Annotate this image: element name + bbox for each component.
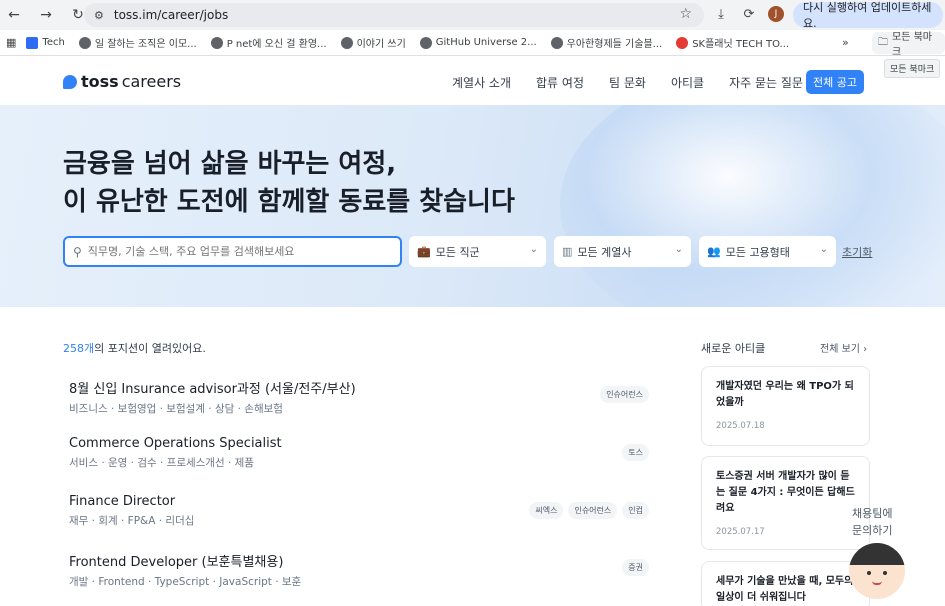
- bookmark-item[interactable]: GitHub Universe 2...: [419, 36, 537, 49]
- job-tags: 비즈니스 · 보험영업 · 보험설계 · 상담 · 손해보험: [69, 403, 283, 415]
- tooltip: 모든 북마크: [884, 59, 941, 78]
- job-list-item[interactable]: 8월 신입 Insurance advisor과정 (서울/전주/부산) 비즈니…: [69, 378, 649, 416]
- nav-faq[interactable]: 자주 묻는 질문: [729, 74, 803, 91]
- article-title: 토스증권 서버 개발자가 많이 듣는 질문 4가지 : 무엇이든 답해드려요: [716, 471, 855, 514]
- chevron-down-icon: ⌄: [819, 244, 828, 255]
- main-nav: 계열사 소개 합류 여정 팀 문화 아티클 자주 묻는 질문: [452, 74, 803, 91]
- bookmark-favicon-icon: [26, 36, 39, 49]
- search-icon: ⚲: [73, 244, 82, 259]
- forward-icon[interactable]: →: [36, 5, 56, 25]
- job-title: Frontend Developer (보훈특별채용): [69, 555, 284, 570]
- job-list-item[interactable]: Frontend Developer (보훈특별채용) 개발 · Fronten…: [69, 551, 649, 589]
- bookmark-favicon-icon: [78, 36, 91, 49]
- bookmark-favicon-icon: [340, 36, 353, 49]
- bookmark-item[interactable]: 일 잘하는 조직은 이모...: [78, 35, 197, 50]
- affiliate-badge: 인슈어런스: [568, 502, 618, 519]
- url-text: toss.im/career/jobs: [113, 8, 229, 22]
- update-button[interactable]: 다시 실행하여 업데이트하세요.: [793, 1, 943, 30]
- profile-avatar[interactable]: J: [768, 6, 784, 22]
- article-card[interactable]: 세무가 기술을 만났을 때, 모두의 일상이 더 쉬워집니다: [701, 561, 870, 606]
- article-title: 세무가 기술을 만났을 때, 모두의 일상이 더 쉬워집니다: [716, 576, 854, 603]
- job-list-item[interactable]: Commerce Operations Specialist 서비스 · 운영 …: [69, 436, 649, 470]
- toss-careers-logo[interactable]: toss careers: [63, 72, 181, 91]
- nav-articles[interactable]: 아티클: [671, 74, 704, 91]
- job-tags: 개발 · Frontend · TypeScript · JavaScript …: [69, 576, 302, 588]
- toss-logo-icon: [63, 74, 77, 89]
- apps-grid-icon[interactable]: ▦: [6, 36, 16, 49]
- folder-icon: 🗀: [878, 36, 888, 48]
- affiliate-badge: 씨엑스: [529, 502, 564, 519]
- chat-avatar-icon[interactable]: [849, 543, 905, 599]
- affiliate-badge: 인컴: [622, 502, 649, 519]
- job-title: 8월 신입 Insurance advisor과정 (서울/전주/부산): [69, 382, 356, 397]
- job-tags: 서비스 · 운영 · 검수 · 프로세스개선 · 제품: [69, 457, 254, 469]
- bookmark-item[interactable]: SK플래닛 TECH TO...: [676, 35, 789, 50]
- job-list-item[interactable]: Finance Director 재무 · 회계 · FP&A · 리더십 씨엑…: [69, 494, 649, 528]
- site-info-icon[interactable]: ⚙: [94, 9, 104, 22]
- reset-filters-link[interactable]: 초기화: [842, 244, 872, 260]
- job-category-dropdown[interactable]: 💼 모든 직군 ⌄: [409, 236, 546, 267]
- hero-section: 금융을 넘어 삶을 바꾸는 여정, 이 유난한 도전에 함께할 동료를 찾습니다…: [0, 105, 945, 307]
- article-date: 2025.07.18: [716, 421, 765, 431]
- building-icon: ▥: [562, 245, 573, 258]
- bookmarks-bar: ▦ Tech 일 잘하는 조직은 이모... P net에 오신 걸 환영...…: [0, 30, 945, 58]
- chevron-down-icon: ⌄: [529, 244, 538, 255]
- article-date: 2025.07.17: [716, 527, 765, 537]
- bookmark-star-icon[interactable]: ☆: [679, 6, 692, 22]
- github-icon: [419, 36, 432, 49]
- browser-toolbar: ← → ↻ ⚙ toss.im/career/jobs ☆ ⤓ ⟳ J 다시 실…: [0, 0, 945, 30]
- briefcase-icon: 💼: [417, 245, 431, 258]
- new-articles-title: 새로운 아티클: [701, 342, 766, 355]
- bookmark-favicon-icon: [210, 36, 223, 49]
- all-bookmarks-folder[interactable]: 🗀 모든 북마크: [872, 32, 945, 58]
- bookmark-item[interactable]: 우아한형제들 기술블...: [550, 35, 662, 50]
- contact-recruiting-label[interactable]: 채용팀에 문의하기: [852, 505, 892, 539]
- hero-background-graphic: [560, 105, 945, 307]
- download-icon[interactable]: ⤓: [712, 5, 730, 23]
- people-icon: 👥: [707, 245, 721, 258]
- job-search-box[interactable]: ⚲: [63, 236, 402, 267]
- affiliate-dropdown[interactable]: ▥ 모든 계열사 ⌄: [554, 236, 691, 267]
- article-card[interactable]: 개발자였던 우리는 왜 TPO가 되었을까 2025.07.18: [701, 366, 870, 446]
- article-card[interactable]: 토스증권 서버 개발자가 많이 듣는 질문 4가지 : 무엇이든 답해드려요 2…: [701, 456, 870, 550]
- bookmark-item[interactable]: 이야기 쓰기: [340, 35, 406, 50]
- all-jobs-button[interactable]: 전체 공고: [806, 70, 864, 94]
- job-title: Commerce Operations Specialist: [69, 436, 282, 451]
- extension-icon[interactable]: ⟳: [740, 5, 758, 23]
- nav-culture[interactable]: 팀 문화: [609, 74, 646, 91]
- back-icon[interactable]: ←: [4, 5, 24, 25]
- affiliate-badge: 증권: [622, 559, 649, 576]
- more-bookmarks-button[interactable]: »: [842, 36, 849, 49]
- bookmark-item[interactable]: P net에 오신 걸 환영...: [210, 35, 327, 50]
- nav-affiliates[interactable]: 계열사 소개: [452, 74, 511, 91]
- hero-title: 금융을 넘어 삶을 바꾸는 여정, 이 유난한 도전에 함께할 동료를 찾습니다: [63, 149, 515, 217]
- view-all-articles-link[interactable]: 전체 보기 ›: [820, 340, 867, 355]
- bookmark-item[interactable]: Tech: [26, 36, 65, 49]
- search-input[interactable]: [87, 245, 388, 258]
- bookmark-favicon-icon: [550, 36, 563, 49]
- site-header: toss careers 계열사 소개 합류 여정 팀 문화 아티클 자주 묻는…: [0, 57, 945, 105]
- chevron-down-icon: ⌄: [674, 244, 683, 255]
- bookmark-favicon-icon: [676, 36, 689, 49]
- employment-type-dropdown[interactable]: 👥 모든 고용형태 ⌄: [699, 236, 836, 267]
- affiliate-badge: 토스: [622, 444, 649, 461]
- position-count: 258개의 포지션이 열려있어요.: [63, 342, 206, 355]
- address-bar[interactable]: ⚙ toss.im/career/jobs ☆: [84, 3, 704, 27]
- affiliate-badge: 인슈어런스: [600, 386, 649, 403]
- article-title: 개발자였던 우리는 왜 TPO가 되었을까: [716, 381, 854, 408]
- nav-journey[interactable]: 합류 여정: [536, 74, 584, 91]
